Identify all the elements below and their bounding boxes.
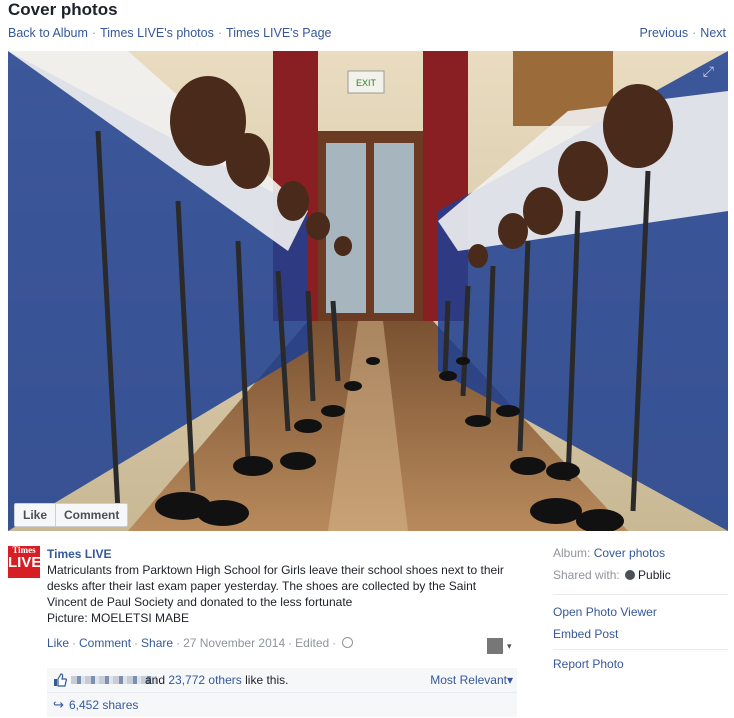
- likes-post: like this.: [245, 673, 289, 687]
- separator: ·: [134, 636, 139, 650]
- shares-bar: ↪ 6,452 shares: [47, 693, 517, 717]
- likes-bar: and 23,772 others like this. Most Releva…: [47, 668, 517, 693]
- author-link[interactable]: Times LIVE: [47, 546, 517, 562]
- others-link[interactable]: 23,772 others: [168, 673, 241, 687]
- expand-icon[interactable]: ⤢: [703, 63, 714, 80]
- avatar-bottom-text: LIVE: [8, 554, 42, 571]
- sort-label: Most Relevant: [430, 673, 507, 687]
- thumbs-up-icon: [54, 673, 67, 687]
- post-actions: Like · Comment · Share · 27 November 2014 · Edit…: [47, 636, 354, 650]
- post-caption: Matriculants from Parktown High School f…: [47, 563, 504, 625]
- separator: ·: [332, 636, 337, 650]
- edited-label[interactable]: Edited: [295, 636, 329, 650]
- breadcrumb: Back to Album · Times LIVE's photos · Times …: [8, 26, 331, 40]
- photo-comment-button[interactable]: Comment: [55, 504, 127, 526]
- album-row: Album: Cover photos: [553, 546, 665, 560]
- most-relevant-dropdown[interactable]: Most Relevant▾: [430, 668, 513, 692]
- like-link[interactable]: Like: [47, 636, 69, 650]
- separator: ·: [288, 636, 293, 650]
- shared-label: Shared with:: [553, 568, 620, 582]
- share-arrow-icon: ↪: [53, 697, 64, 712]
- exit-sign-text: EXIT: [356, 78, 377, 88]
- likes-pre: and: [145, 673, 166, 687]
- globe-icon: [625, 570, 636, 580]
- divider: [553, 649, 728, 650]
- separator: ·: [217, 26, 223, 40]
- album-label: Album:: [553, 546, 591, 560]
- embed-post-link[interactable]: Embed Post: [553, 627, 618, 641]
- viewer-thumbnail[interactable]: [487, 638, 503, 654]
- clock-icon: [342, 637, 354, 648]
- pager: Previous · Next: [639, 26, 726, 40]
- back-to-album-link[interactable]: Back to Album: [8, 26, 88, 40]
- previous-link[interactable]: Previous: [639, 26, 688, 40]
- likes-text: and 23,772 others like this.: [145, 668, 288, 692]
- post-date[interactable]: 27 November 2014: [183, 636, 285, 650]
- cover-photo[interactable]: EXIT ⤢ Like Comment: [8, 51, 728, 531]
- album-link[interactable]: Cover photos: [594, 546, 665, 560]
- page-title: Cover photos: [8, 0, 118, 19]
- shares-count-link[interactable]: 6,452 shares: [69, 693, 138, 717]
- photo-like-button[interactable]: Like: [15, 504, 55, 526]
- post-content: Times LIVE Matriculants from Parktown Hi…: [47, 546, 517, 626]
- chevron-down-icon[interactable]: ▾: [507, 641, 512, 652]
- photos-link[interactable]: Times LIVE's photos: [100, 26, 214, 40]
- open-photo-viewer-link[interactable]: Open Photo Viewer: [553, 605, 657, 619]
- page-link[interactable]: Times LIVE's Page: [226, 26, 331, 40]
- privacy-value[interactable]: Public: [638, 568, 671, 582]
- chevron-down-icon: ▾: [506, 673, 513, 687]
- report-photo-link[interactable]: Report Photo: [553, 657, 624, 671]
- separator: ·: [176, 636, 181, 650]
- photo-actions: Like Comment: [14, 503, 129, 527]
- share-link[interactable]: Share: [141, 636, 173, 650]
- avatar[interactable]: Times LIVE: [8, 546, 42, 578]
- comment-link[interactable]: Comment: [79, 636, 131, 650]
- shared-row: Shared with: Public: [553, 568, 671, 582]
- separator: ·: [692, 26, 697, 40]
- separator: ·: [72, 636, 77, 650]
- divider: [553, 594, 728, 595]
- next-link[interactable]: Next: [700, 26, 726, 40]
- separator: ·: [91, 26, 97, 40]
- photo-scene: EXIT: [8, 51, 728, 531]
